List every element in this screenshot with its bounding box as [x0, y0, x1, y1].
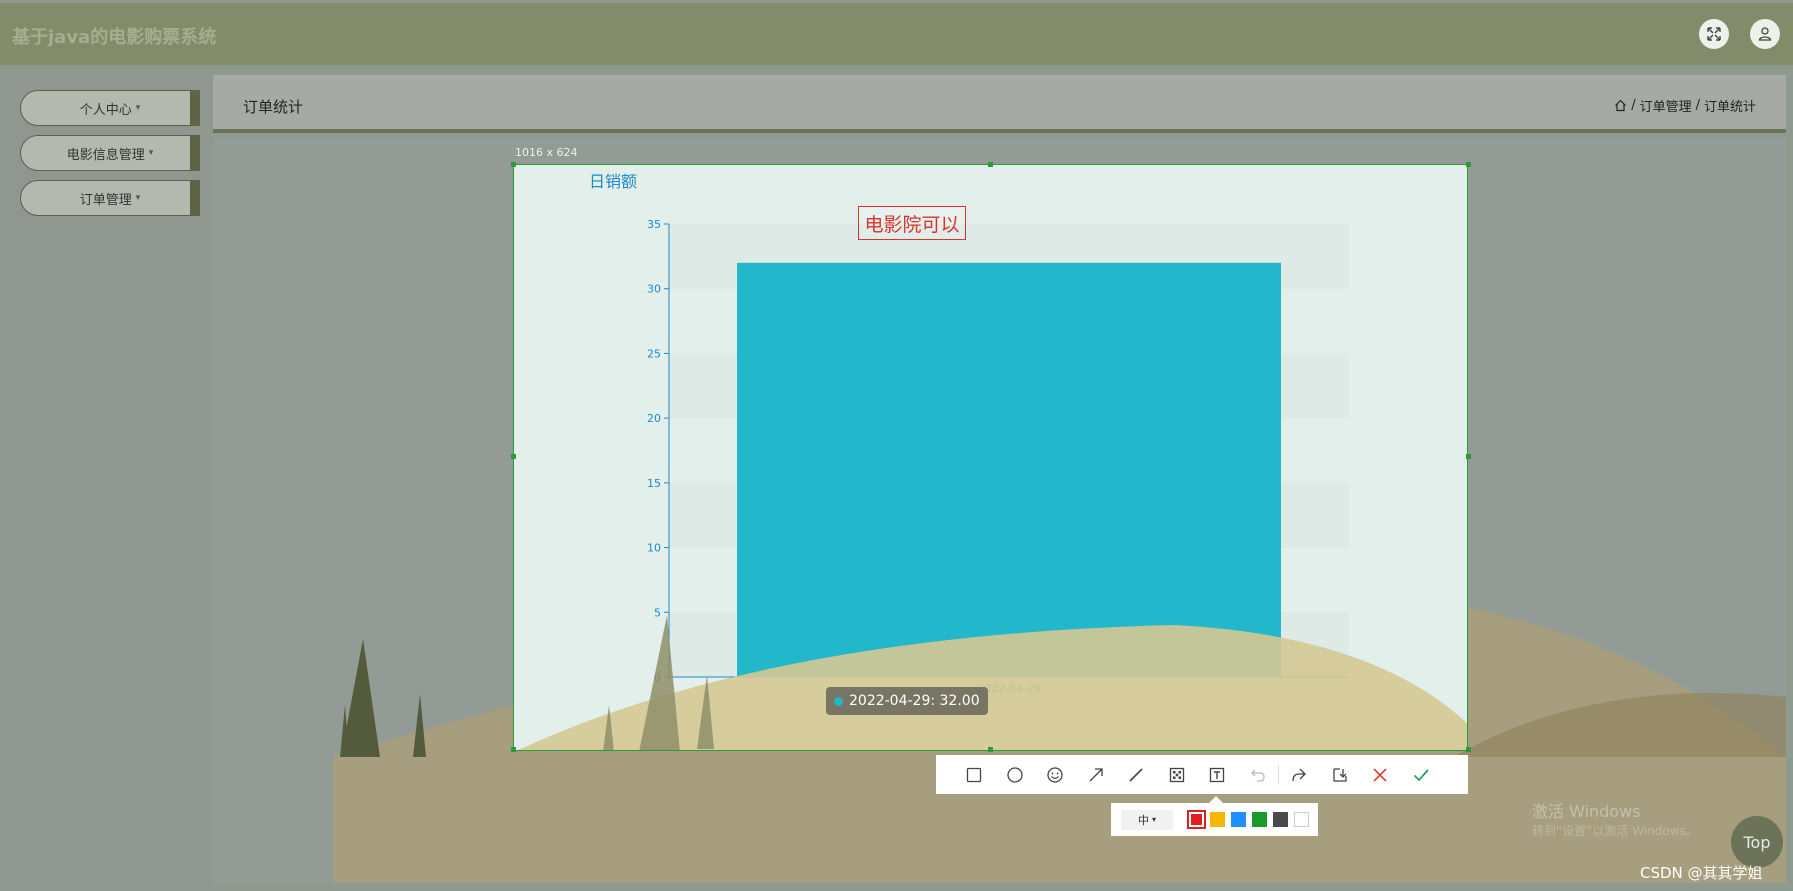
- y-tick-label: 35: [647, 218, 661, 231]
- chevron-down-icon: ▾: [135, 103, 141, 113]
- user-icon: [1758, 27, 1772, 41]
- line-icon: [1129, 767, 1143, 782]
- breadcrumb: / 订单管理 / 订单统计: [1614, 96, 1756, 115]
- back-to-top-label: Top: [1743, 832, 1771, 852]
- download-icon: [1333, 767, 1347, 782]
- mosaic-icon: [1169, 767, 1184, 782]
- windows-activation-watermark: 激活 Windows: [1532, 802, 1641, 821]
- font-size-select[interactable]: 中 ▾: [1121, 809, 1173, 830]
- chevron-down-icon: ▾: [148, 148, 154, 158]
- chart-tooltip: 2022-04-29: 32.00: [826, 687, 988, 715]
- resize-handle[interactable]: [1466, 162, 1471, 167]
- color-swatch-green[interactable]: [1252, 812, 1267, 827]
- mosaic-tool-button[interactable]: [1157, 755, 1198, 794]
- y-tick-label: 5: [654, 606, 661, 619]
- resize-handle[interactable]: [1466, 747, 1471, 752]
- emoji-tool-button[interactable]: [1035, 755, 1076, 794]
- user-button[interactable]: [1750, 19, 1780, 49]
- sidebar-item-tab: [190, 180, 200, 216]
- resize-handle[interactable]: [511, 162, 516, 167]
- color-swatch-yellow[interactable]: [1210, 812, 1225, 827]
- page-header: 订单统计 / 订单管理 / 订单统计: [213, 75, 1786, 133]
- text-icon: [1210, 767, 1225, 782]
- selection-size-label: 1016 x 624: [515, 146, 578, 159]
- screenshot-selection[interactable]: 日销额051015202530352022-04-29: [513, 164, 1468, 751]
- text-tool-button[interactable]: [1197, 755, 1238, 794]
- resize-handle[interactable]: [1466, 454, 1471, 459]
- sidebar-item-personal-center[interactable]: 个人中心 ▾: [20, 90, 200, 126]
- undo-button[interactable]: [1238, 755, 1279, 794]
- back-to-top-button[interactable]: Top: [1731, 816, 1783, 868]
- arrow-tool-button[interactable]: [1076, 755, 1117, 794]
- confirm-icon: [1413, 768, 1429, 781]
- share-icon: [1292, 768, 1307, 781]
- breadcrumb-order-statistics: 订单统计: [1703, 100, 1756, 115]
- y-tick-label: 25: [647, 347, 661, 360]
- share-button[interactable]: [1279, 755, 1320, 794]
- sidebar-item-label: 订单管理: [79, 192, 132, 208]
- chevron-down-icon: ▾: [135, 193, 141, 203]
- resize-handle[interactable]: [511, 747, 516, 752]
- windows-activation-subtext: 转到“设置”以激活 Windows。: [1532, 824, 1698, 838]
- fullscreen-icon: [1707, 27, 1721, 41]
- tooltip-text: 2022-04-29: 32.00: [849, 693, 980, 709]
- line-tool-button[interactable]: [1116, 755, 1157, 794]
- arrow-icon: [1089, 767, 1103, 781]
- app-header: 基于java的电影购票系统: [0, 3, 1793, 65]
- sidebar-item-tab: [190, 135, 200, 171]
- undo-icon: [1250, 769, 1265, 782]
- download-button[interactable]: [1320, 755, 1361, 794]
- tooltip-series-dot: [834, 696, 843, 706]
- y-tick-label: 30: [647, 283, 661, 296]
- chart-title: 日销额: [589, 172, 637, 191]
- breadcrumb-separator: /: [1631, 98, 1636, 113]
- resize-handle[interactable]: [988, 162, 993, 167]
- color-swatch-blue[interactable]: [1231, 812, 1246, 827]
- circle-tool-button[interactable]: [995, 755, 1036, 794]
- rect-icon: [967, 767, 982, 782]
- home-icon[interactable]: [1614, 99, 1627, 112]
- chevron-down-icon: ▾: [1151, 815, 1156, 824]
- annotation-options-bar: 中 ▾: [1111, 796, 1318, 836]
- resize-handle[interactable]: [511, 454, 516, 459]
- cancel-button[interactable]: [1360, 755, 1401, 794]
- screenshot-toolbar: [936, 755, 1468, 794]
- circle-icon: [1007, 766, 1023, 783]
- sidebar: 个人中心 ▾ 电影信息管理 ▾ 订单管理 ▾: [0, 67, 213, 891]
- y-tick-label: 10: [647, 542, 661, 555]
- sidebar-item-label: 电影信息管理: [66, 147, 145, 163]
- close-icon: [1373, 767, 1387, 782]
- chart-bar: [737, 262, 1281, 677]
- rect-tool-button[interactable]: [954, 755, 995, 794]
- csdn-watermark: CSDN @其其学姐: [1640, 864, 1763, 882]
- sidebar-item-tab: [190, 90, 200, 126]
- breadcrumb-separator: /: [1695, 98, 1700, 113]
- y-tick-label: 15: [647, 477, 661, 490]
- sidebar-item-order-management[interactable]: 订单管理 ▾: [20, 180, 200, 216]
- font-size-value: 中: [1137, 813, 1149, 827]
- fullscreen-button[interactable]: [1699, 19, 1729, 49]
- color-swatch-white[interactable]: [1294, 812, 1309, 827]
- sidebar-item-label: 个人中心: [79, 102, 132, 118]
- color-swatch-red[interactable]: [1187, 810, 1206, 829]
- color-swatch-gray[interactable]: [1273, 812, 1288, 827]
- app-title: 基于java的电影购票系统: [12, 27, 217, 48]
- y-tick-label: 20: [647, 412, 661, 425]
- sidebar-item-movie-management[interactable]: 电影信息管理 ▾: [20, 135, 200, 171]
- daily-sales-chart: 日销额051015202530352022-04-29: [518, 172, 1467, 750]
- resize-handle[interactable]: [988, 747, 993, 752]
- desktop-screen: 基于java的电影购票系统 个人中心 ▾ 电影信息管理 ▾ 订单管理 ▾ 订单统…: [0, 0, 1793, 891]
- confirm-button[interactable]: [1401, 755, 1442, 794]
- text-annotation[interactable]: 电影院可以: [858, 206, 966, 240]
- breadcrumb-order-management[interactable]: 订单管理: [1640, 96, 1692, 115]
- emoji-icon: [1047, 766, 1063, 783]
- page-title: 订单统计: [243, 98, 304, 116]
- text-annotation-content: 电影院可以: [864, 213, 960, 236]
